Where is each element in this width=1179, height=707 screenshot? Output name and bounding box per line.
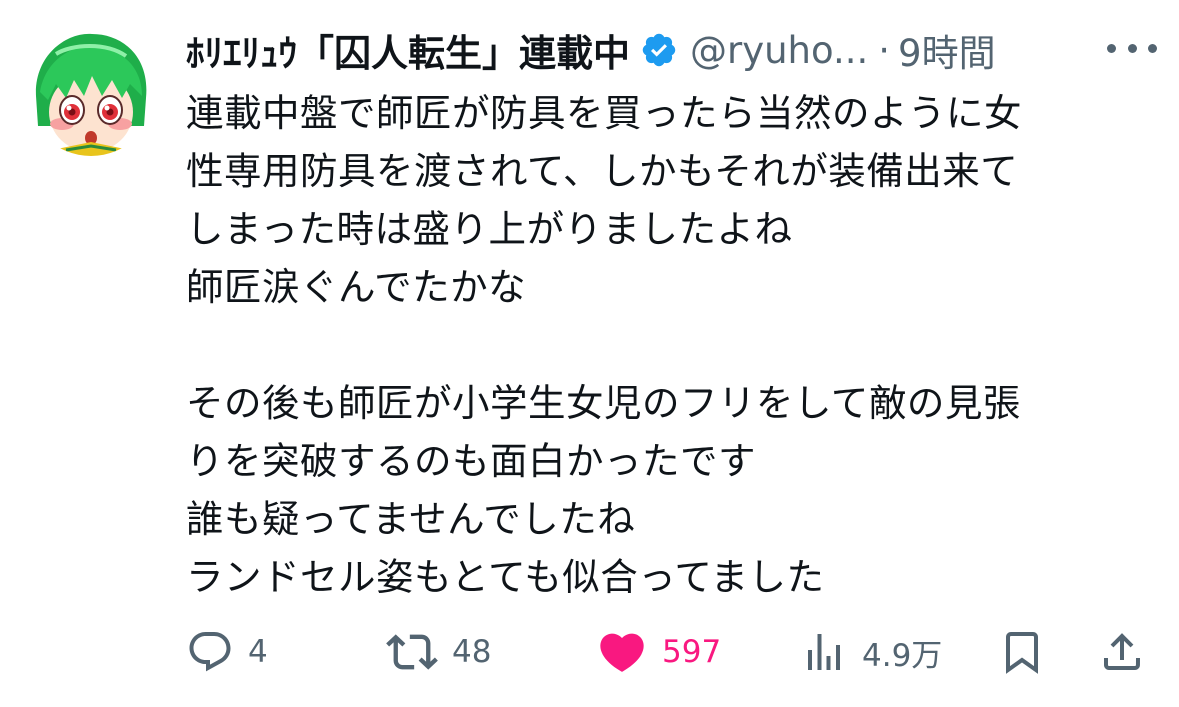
tweet-text-line: しまった時は盛り上がりましたよね xyxy=(186,207,793,251)
more-dot xyxy=(1148,43,1157,53)
like-count: 597 xyxy=(662,634,722,670)
share-button[interactable] xyxy=(1098,622,1146,682)
more-dot xyxy=(1107,43,1116,53)
tweet-header: ﾎﾘｴﾘｭｳ「囚人転生」連載中 @ryuho... · 9時間 xyxy=(186,22,1166,78)
tweet-text-line: 師匠涙ぐんでたかな xyxy=(186,265,527,309)
tweet-text-line: りを突破するのも面白かったです xyxy=(186,439,756,483)
reply-count: 4 xyxy=(248,634,268,670)
header-separator: · xyxy=(878,28,891,72)
heart-filled-icon xyxy=(596,626,648,678)
tweet-text-line: ランドセル姿もとても似合ってました xyxy=(186,555,825,599)
more-dots-icon[interactable] xyxy=(1107,38,1157,58)
tweet-timestamp[interactable]: 9時間 xyxy=(898,23,996,77)
tweet-actions-bar: 4 48 597 4.9万 xyxy=(186,622,1146,682)
avatar-anime-girl-icon xyxy=(26,26,156,156)
tweet-text-line: 連載中盤で師匠が防具を買ったら当然のように女 xyxy=(186,91,1022,135)
tweet-text-line: 性専用防具を渡されて、しかもそれが装備出来て xyxy=(186,149,1019,193)
views-count: 4.9万 xyxy=(862,637,943,674)
views-button[interactable]: 4.9万 xyxy=(800,622,942,682)
retweet-button[interactable]: 48 xyxy=(386,622,491,682)
author-handle[interactable]: @ryuho... xyxy=(690,29,868,72)
tweet-text-line: 誰も疑ってませんでしたね xyxy=(186,497,636,541)
bookmark-button[interactable] xyxy=(998,622,1046,682)
verified-badge-icon[interactable] xyxy=(640,31,678,69)
like-button[interactable]: 597 xyxy=(596,622,721,682)
author-display-name[interactable]: ﾎﾘｴﾘｭｳ「囚人転生」連載中 xyxy=(186,23,630,77)
reply-button[interactable]: 4 xyxy=(186,622,268,682)
bookmark-icon xyxy=(998,626,1046,678)
retweet-icon xyxy=(386,626,438,678)
share-upload-icon xyxy=(1098,628,1146,676)
views-bar-icon xyxy=(800,628,848,676)
retweet-count: 48 xyxy=(452,634,492,670)
tweet[interactable]: ﾎﾘｴﾘｭｳ「囚人転生」連載中 @ryuho... · 9時間 連載中盤で師匠が… xyxy=(0,0,1179,707)
reply-bubble-icon xyxy=(186,628,234,676)
author-avatar[interactable] xyxy=(26,26,156,156)
tweet-text-line: その後も師匠が小学生女児のフリをして敵の見張 xyxy=(186,381,1021,425)
tweet-text: 連載中盤で師匠が防具を買ったら当然のように女 性専用防具を渡されて、しかもそれが… xyxy=(186,84,1146,606)
more-dot xyxy=(1127,43,1137,53)
